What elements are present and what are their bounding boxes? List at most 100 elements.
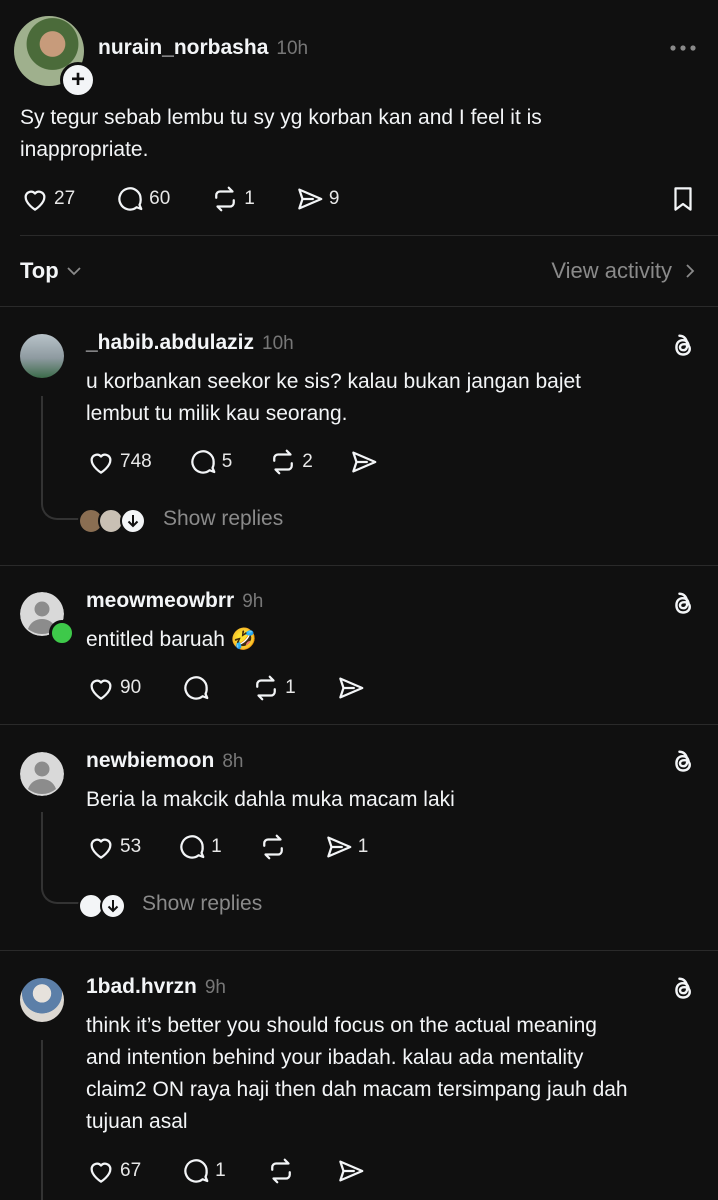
comment-button[interactable]: 1 [181,1156,226,1186]
like-button[interactable]: 27 [20,184,75,214]
heart-icon [86,1156,116,1186]
share-icon [336,1156,366,1186]
threads-icon [668,590,698,620]
comment-count: 1 [211,836,222,857]
repost-icon [266,1156,296,1186]
repost-button[interactable] [258,832,288,862]
repost-button[interactable] [266,1156,296,1186]
repost-icon [210,184,240,214]
post-text: Sy tegur sebab lembu tu sy yg korban kan… [20,102,700,166]
show-replies-button[interactable]: Show replies [163,507,283,531]
reply-header: newbiemoon 8h [86,749,243,773]
repost-icon [258,832,288,862]
reply-header: _habib.abdulaziz 10h [86,331,294,355]
repost-button[interactable]: 1 [210,184,255,214]
repost-icon [251,673,281,703]
more-icon[interactable] [668,38,698,58]
repost-button[interactable]: 1 [251,673,296,703]
reply-text-line: lembut tu milik kau seorang. [86,402,348,425]
sort-label: Top [20,258,59,283]
reply-actions: 53 1 1 [86,832,394,862]
like-button[interactable]: 53 [86,832,141,862]
like-button[interactable]: 748 [86,447,152,477]
like-count: 27 [54,188,76,209]
divider [0,950,718,951]
repost-count: 1 [285,677,296,698]
comment-button[interactable]: 5 [188,447,232,477]
threads-icon [668,332,698,362]
repost-count: 1 [244,188,255,209]
thread-line [41,496,79,520]
reply-text: Beria la makcik dahla muka macam laki [86,788,455,811]
post-text-line: inappropriate. [20,138,149,161]
share-button[interactable]: 9 [295,184,340,214]
comment-icon [177,832,207,862]
view-activity-link[interactable]: View activity [551,258,698,284]
timestamp: 10h [262,333,294,354]
timestamp: 10h [276,38,309,59]
reply-text: entitled baruah 🤣 [86,628,257,651]
repost-button[interactable]: 2 [268,447,313,477]
like-count: 90 [120,677,142,698]
comment-button[interactable]: 60 [115,184,170,214]
username[interactable]: _habib.abdulaziz [86,331,254,354]
reply-text-line: claim2 ON raya haji then dah macam tersi… [86,1078,628,1101]
reply-actions: 90 1 [86,673,392,703]
comment-count: 60 [149,188,171,209]
avatar[interactable] [20,978,64,1022]
comment-icon [181,673,211,703]
share-icon [349,447,379,477]
follow-plus-icon[interactable]: + [60,62,96,98]
reply-header: 1bad.hvrzn 9h [86,975,226,999]
arrow-down-icon [100,893,126,919]
repost-count: 2 [302,451,313,472]
reply-actions: 748 5 2 [86,447,405,477]
heart-icon [86,832,116,862]
divider [0,306,718,307]
comment-button[interactable]: 1 [177,832,222,862]
repost-icon [268,447,298,477]
sort-dropdown[interactable]: Top [20,258,83,284]
timestamp: 9h [242,591,264,612]
comment-icon [181,1156,211,1186]
username[interactable]: 1bad.hvrzn [86,975,197,998]
divider [0,565,718,566]
avatar[interactable] [20,334,64,378]
share-count: 9 [328,188,340,209]
share-count: 1 [357,836,369,857]
comment-icon [115,184,145,214]
post-header: nurain_norbasha 10h [98,36,308,60]
heart-icon [20,184,50,214]
thread-line [41,1040,43,1200]
username[interactable]: nurain_norbasha [98,36,268,59]
timestamp: 9h [204,977,226,998]
online-indicator [49,620,75,646]
reply-text-line: u korbankan seekor ke sis? kalau bukan j… [86,370,581,393]
username[interactable]: meowmeowbrr [86,589,234,612]
divider [0,724,718,725]
share-icon [295,184,325,214]
share-button[interactable]: 1 [324,832,369,862]
comment-count: 1 [215,1160,226,1181]
bookmark-icon[interactable] [668,184,698,214]
reply-text: think it’s better you should focus on th… [86,1010,706,1138]
avatar[interactable] [20,752,64,796]
share-button[interactable] [336,673,366,703]
view-activity-label: View activity [551,258,672,283]
reply-text-line: think it’s better you should focus on th… [86,1014,597,1037]
reply-text-line: tujuan asal [86,1110,188,1133]
like-button[interactable]: 67 [86,1156,141,1186]
like-button[interactable]: 90 [86,673,141,703]
heart-icon [86,447,116,477]
username[interactable]: newbiemoon [86,749,214,772]
threads-icon [668,748,698,778]
share-button[interactable] [336,1156,366,1186]
threads-icon [668,975,698,1005]
show-replies-button[interactable]: Show replies [142,892,262,916]
share-button[interactable] [349,447,379,477]
comment-button[interactable] [181,673,211,703]
divider [20,235,718,236]
like-count: 53 [120,836,142,857]
thread-line [41,812,43,880]
post-text-line: Sy tegur sebab lembu tu sy yg korban kan… [20,106,542,129]
